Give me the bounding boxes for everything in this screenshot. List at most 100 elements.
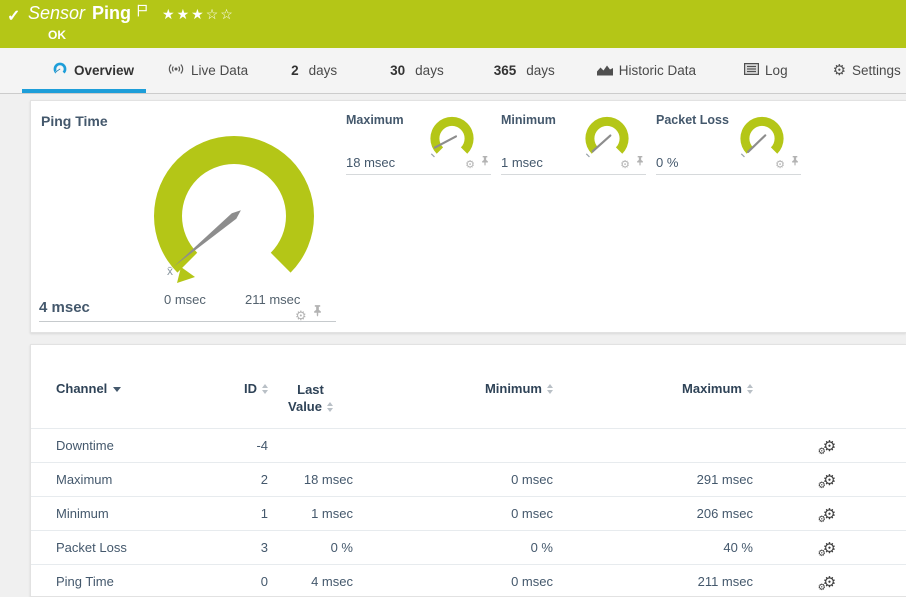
channel-minimum: 0 % xyxy=(353,530,553,564)
channel-maximum: 206 msec xyxy=(553,496,753,530)
channel-maximum: 291 msec xyxy=(553,462,753,496)
gauge-pin-icon[interactable] xyxy=(313,304,322,322)
gauge-pin-icon[interactable] xyxy=(636,153,644,171)
sort-icon xyxy=(327,402,333,412)
tab-live-data[interactable]: Live Data xyxy=(167,48,248,93)
column-header-maximum[interactable]: Maximum xyxy=(553,373,753,428)
gauge-pin-icon[interactable] xyxy=(481,153,489,171)
tab-2-days-unit: days xyxy=(309,63,338,78)
tab-overview-label: Overview xyxy=(74,63,134,78)
column-header-id[interactable]: ID xyxy=(171,373,268,428)
table-row: Maximum 2 18 msec 0 msec 291 msec ⚙⚙ xyxy=(31,462,906,496)
channel-name[interactable]: Packet Loss xyxy=(31,530,171,564)
sensor-status-bar: ✓ Sensor Ping ★★★☆☆ OK xyxy=(0,0,906,48)
tab-365-days-unit: days xyxy=(526,63,555,78)
gauge-needle xyxy=(748,135,765,152)
tab-overview[interactable]: Overview xyxy=(52,48,134,93)
table-row: Minimum 1 1 msec 0 msec 206 msec ⚙⚙ xyxy=(31,496,906,530)
gauges-panel: Ping Time x̄ 0 msec 211 msec 4 msec ⚙ Ma… xyxy=(30,100,906,333)
channel-minimum: 0 msec xyxy=(353,564,553,597)
channel-name[interactable]: Downtime xyxy=(31,428,171,462)
sensor-title: Sensor Ping ★★★☆☆ xyxy=(28,3,235,24)
channel-id: -4 xyxy=(171,428,268,462)
gauge-block-divider xyxy=(39,321,336,322)
channel-minimum: 0 msec xyxy=(353,496,553,530)
channel-settings-gears-icon[interactable]: ⚙⚙ xyxy=(823,507,836,522)
log-list-icon xyxy=(744,63,759,78)
gauge-scale-max: 211 msec xyxy=(245,292,300,307)
gauge-settings-gear-icon[interactable]: ⚙ xyxy=(620,160,630,171)
channel-name[interactable]: Ping Time xyxy=(31,564,171,597)
tab-365-days-number: 365 xyxy=(494,63,517,78)
channel-name[interactable]: Maximum xyxy=(31,462,171,496)
channel-last-value: 1 msec xyxy=(268,496,353,530)
tab-30-days-unit: days xyxy=(415,63,444,78)
tab-2-days-number: 2 xyxy=(291,63,299,78)
sensor-name: Ping xyxy=(92,3,131,24)
column-header-channel[interactable]: Channel xyxy=(31,373,171,428)
tab-bar: Overview Live Data 2 days 30 days 365 da… xyxy=(0,48,906,94)
channel-name[interactable]: Minimum xyxy=(31,496,171,530)
table-row: Packet Loss 3 0 % 0 % 40 % ⚙⚙ xyxy=(31,530,906,564)
table-row: Ping Time 0 4 msec 0 msec 211 msec ⚙⚙ xyxy=(31,564,906,597)
table-row: Downtime -4 ⚙⚙ xyxy=(31,428,906,462)
tab-2-days[interactable]: 2 days xyxy=(291,48,337,93)
channel-table-panel: Channel ID Last Value Minimum Maximum xyxy=(30,344,906,597)
mini-gauge-maximum: Maximum 18 msec ⚙ xyxy=(346,111,491,175)
channel-last-value: 18 msec xyxy=(268,462,353,496)
channel-id: 3 xyxy=(171,530,268,564)
tab-365-days[interactable]: 365 days xyxy=(494,48,555,93)
status-check-icon: ✓ xyxy=(7,6,20,26)
mini-gauge-packet-loss: Packet Loss 0 % ⚙ xyxy=(656,111,801,175)
main-gauge-value: 4 msec xyxy=(39,299,90,316)
tab-30-days-number: 30 xyxy=(390,63,405,78)
sort-icon xyxy=(547,384,553,394)
channel-table: Channel ID Last Value Minimum Maximum xyxy=(31,373,906,597)
gauge-settings-gear-icon[interactable]: ⚙ xyxy=(465,160,475,171)
column-header-minimum[interactable]: Minimum xyxy=(353,373,553,428)
channel-id: 2 xyxy=(171,462,268,496)
priority-flag-icon[interactable] xyxy=(137,4,148,22)
prtg-sensor-page: ✓ Sensor Ping ★★★☆☆ OK Overview xyxy=(0,0,906,597)
ping-time-gauge xyxy=(134,124,334,284)
mini-gauge-minimum: Minimum 1 msec ⚙ xyxy=(501,111,646,175)
mini-gauge-value: 0 % xyxy=(656,155,678,170)
channel-minimum xyxy=(353,428,553,462)
sort-icon xyxy=(262,384,268,394)
column-header-last-value[interactable]: Last Value xyxy=(268,373,353,428)
channel-settings-gears-icon[interactable]: ⚙⚙ xyxy=(823,575,836,590)
mini-gauge-title: Minimum xyxy=(501,113,556,127)
channel-maximum: 40 % xyxy=(553,530,753,564)
mini-gauge-title: Maximum xyxy=(346,113,404,127)
sort-descending-icon xyxy=(113,387,121,392)
broadcast-icon xyxy=(167,62,185,79)
channel-maximum xyxy=(553,428,753,462)
priority-stars[interactable]: ★★★☆☆ xyxy=(162,6,235,23)
gauge-scale-min: 0 msec xyxy=(164,292,206,307)
tab-live-data-label: Live Data xyxy=(191,63,248,78)
area-chart-icon xyxy=(597,63,613,79)
channel-minimum: 0 msec xyxy=(353,462,553,496)
gauge-icon xyxy=(52,62,68,79)
status-badge: OK xyxy=(48,28,66,42)
gauge-settings-gear-icon[interactable]: ⚙ xyxy=(775,160,785,171)
tab-log-label: Log xyxy=(765,63,788,78)
tab-30-days[interactable]: 30 days xyxy=(390,48,444,93)
tab-historic-data-label: Historic Data xyxy=(619,63,696,78)
channel-id: 0 xyxy=(171,564,268,597)
gauge-pin-icon[interactable] xyxy=(791,153,799,171)
tab-historic-data[interactable]: Historic Data xyxy=(597,48,696,93)
channel-id: 1 xyxy=(171,496,268,530)
column-header-actions xyxy=(753,373,906,428)
sort-icon xyxy=(747,384,753,394)
tab-log[interactable]: Log xyxy=(744,48,788,93)
tab-settings-label: Settings xyxy=(852,63,901,78)
mini-gauge-value: 18 msec xyxy=(346,155,395,170)
channel-settings-gears-icon[interactable]: ⚙⚙ xyxy=(823,439,836,454)
channel-maximum: 211 msec xyxy=(553,564,753,597)
channel-settings-gears-icon[interactable]: ⚙⚙ xyxy=(823,473,836,488)
tab-settings[interactable]: ⚙ Settings xyxy=(833,48,901,93)
channel-settings-gears-icon[interactable]: ⚙⚙ xyxy=(823,541,836,556)
channel-last-value xyxy=(268,428,353,462)
sensor-kind-label: Sensor xyxy=(28,3,85,24)
